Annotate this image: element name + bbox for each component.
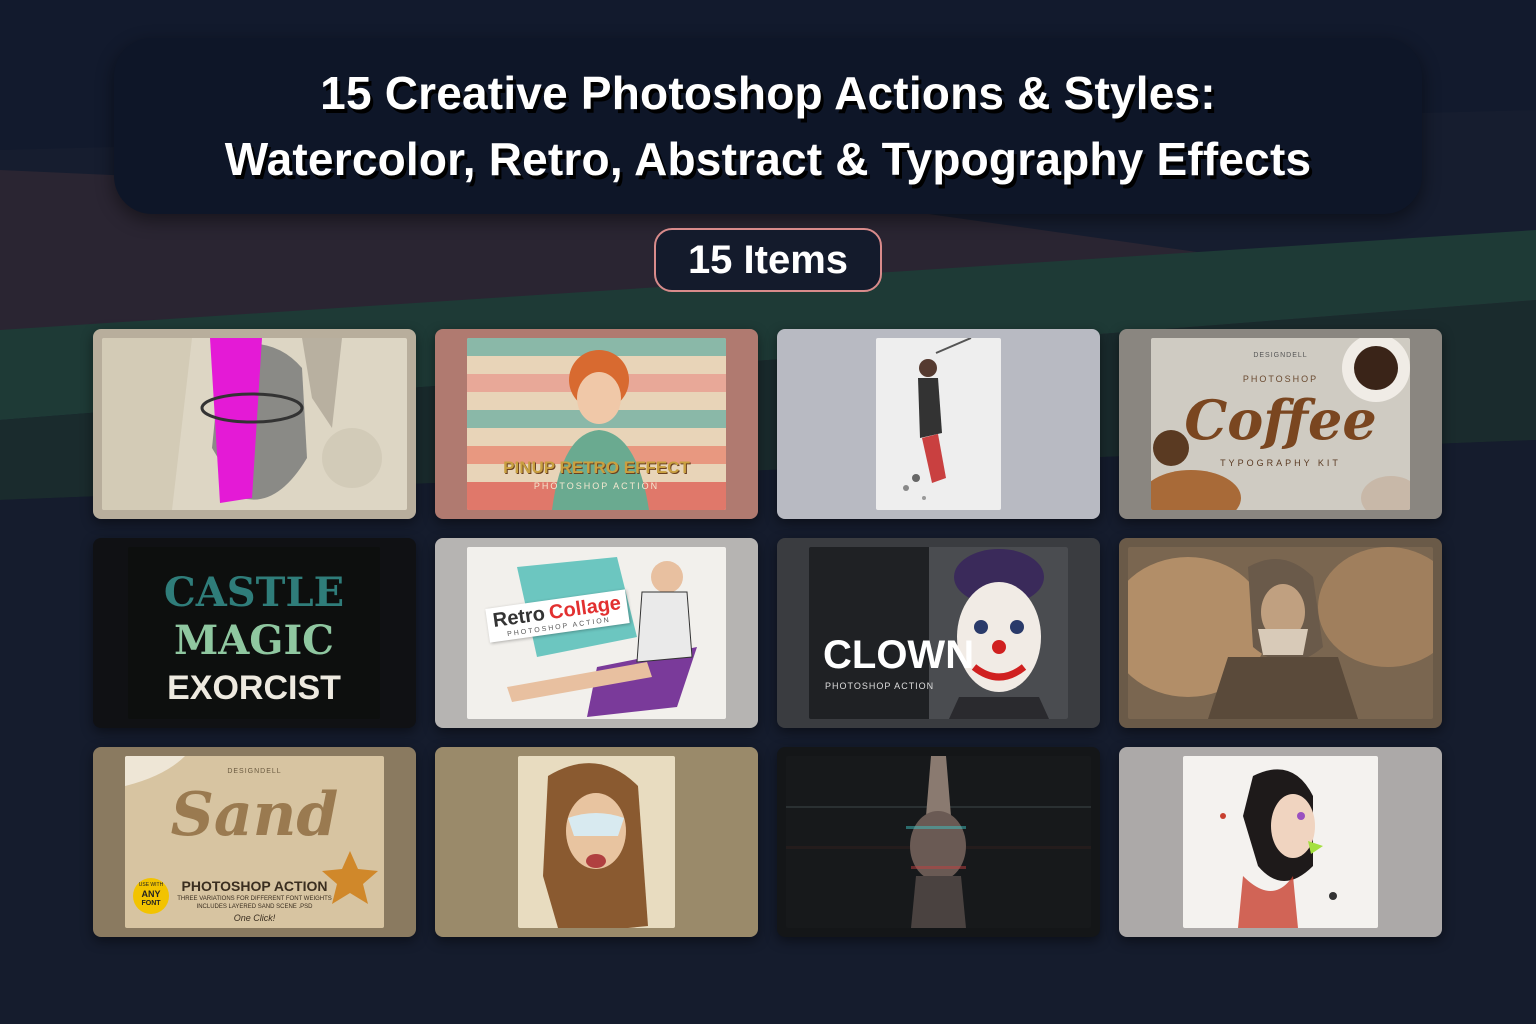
thumbnail-watercolor-girl[interactable] bbox=[435, 747, 758, 937]
horror-line-2: MAGIC bbox=[173, 617, 335, 664]
coffee-word: Coffee bbox=[1184, 388, 1377, 452]
watercolor-girl-art bbox=[518, 756, 675, 928]
horror-line-1: CASTLE bbox=[163, 569, 345, 616]
thumbnail-smoke-warrior[interactable] bbox=[1119, 538, 1442, 728]
sand-badge-font: FONT bbox=[141, 900, 161, 907]
thumbnail-sand-text[interactable]: DESIGNDELL Sand PHOTOSHOP ACTION THREE V… bbox=[93, 747, 416, 937]
items-count-badge: 15 Items bbox=[654, 228, 882, 292]
watercolor-portrait-art bbox=[102, 338, 407, 510]
thumbnail-glitch-figure[interactable] bbox=[777, 747, 1100, 937]
pinup-title: PINUP RETRO EFFECT bbox=[503, 458, 690, 477]
thumbnail-pinup-retro[interactable]: PINUP RETRO EFFECT PHOTOSHOP ACTION bbox=[435, 329, 758, 519]
coffee-footer: TYPOGRAPHY KIT bbox=[1220, 458, 1341, 468]
sand-one-click: One Click! bbox=[233, 913, 276, 923]
smoke-warrior-art bbox=[1128, 547, 1433, 719]
clown-word: CLOWN bbox=[823, 633, 975, 677]
thumbnail-watercolor-portrait[interactable] bbox=[93, 329, 416, 519]
thumbnail-clown-action[interactable]: CLOWN PHOTOSHOP ACTION bbox=[777, 538, 1100, 728]
thumbnail-coffee-typography[interactable]: DESIGNDELL PHOTOSHOP Coffee TYPOGRAPHY K… bbox=[1119, 329, 1442, 519]
coffee-kicker: PHOTOSHOP bbox=[1242, 374, 1319, 384]
thumbnail-horror-text[interactable]: CASTLE MAGIC EXORCIST bbox=[93, 538, 416, 728]
title-line-2: Watercolor, Retro, Abstract & Typography… bbox=[224, 133, 1312, 185]
horror-line-3: EXORCIST bbox=[167, 669, 341, 707]
thumbnail-ink-portrait[interactable] bbox=[1119, 747, 1442, 937]
title-line-1: 15 Creative Photoshop Actions & Styles: bbox=[320, 67, 1216, 119]
sand-word: Sand bbox=[170, 780, 339, 850]
sand-badge-any: ANY bbox=[141, 889, 161, 899]
dispersion-athlete-art bbox=[876, 338, 1001, 510]
pinup-subtitle: PHOTOSHOP ACTION bbox=[533, 481, 660, 491]
clown-subtitle: PHOTOSHOP ACTION bbox=[825, 681, 935, 691]
thumbnail-retro-collage[interactable]: Retro Collage PHOTOSHOP ACTION bbox=[435, 538, 758, 728]
title-panel: 15 Creative Photoshop Actions & Styles: … bbox=[114, 38, 1422, 214]
thumbnail-dispersion-athlete[interactable] bbox=[777, 329, 1100, 519]
sand-any-font-badge: USE WITH ANY FONT bbox=[134, 881, 168, 908]
coffee-brand: DESIGNDELL bbox=[1253, 352, 1308, 359]
ink-portrait-art bbox=[1183, 756, 1378, 928]
glitch-figure-art bbox=[786, 756, 1091, 928]
sand-brand: DESIGNDELL bbox=[227, 768, 282, 775]
